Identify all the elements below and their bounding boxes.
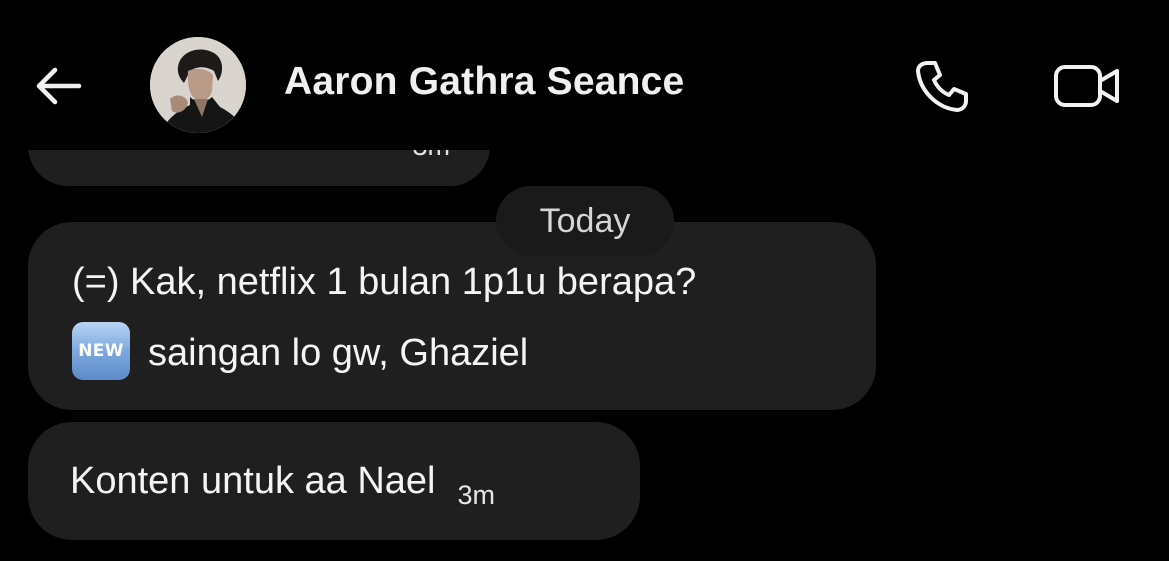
new-emoji-icon: NEW: [72, 322, 130, 380]
message-text-line-1: (=) Kak, netflix 1 bulan 1p1u berapa?: [72, 261, 697, 303]
video-call-button[interactable]: [1048, 52, 1126, 120]
avatar[interactable]: [150, 37, 246, 133]
phone-icon: [916, 61, 968, 112]
back-button[interactable]: [28, 56, 88, 116]
call-button[interactable]: [908, 52, 976, 120]
message-bubble[interactable]: Konten untuk aa Nael 3m: [28, 422, 640, 540]
message-bubble[interactable]: (=) Kak, netflix 1 bulan 1p1u berapa? NE…: [28, 222, 876, 410]
message-timestamp: 3m: [457, 479, 496, 510]
video-camera-icon: [1054, 65, 1119, 107]
date-separator: Today: [496, 186, 674, 256]
chat-header: Aaron Gathra Seance: [0, 0, 1169, 150]
message-text-line-2-row: NEW saingan lo gw, Ghaziel: [72, 322, 836, 380]
message-text-line-2: saingan lo gw, Ghaziel: [148, 332, 529, 375]
avatar-photo: [150, 37, 246, 133]
contact-name[interactable]: Aaron Gathra Seance: [284, 60, 684, 104]
message-text: Konten untuk aa Nael: [70, 459, 436, 502]
chat-screen: 3m Aaron Gathra Seance: [0, 0, 1169, 561]
arrow-left-icon: [36, 67, 82, 105]
